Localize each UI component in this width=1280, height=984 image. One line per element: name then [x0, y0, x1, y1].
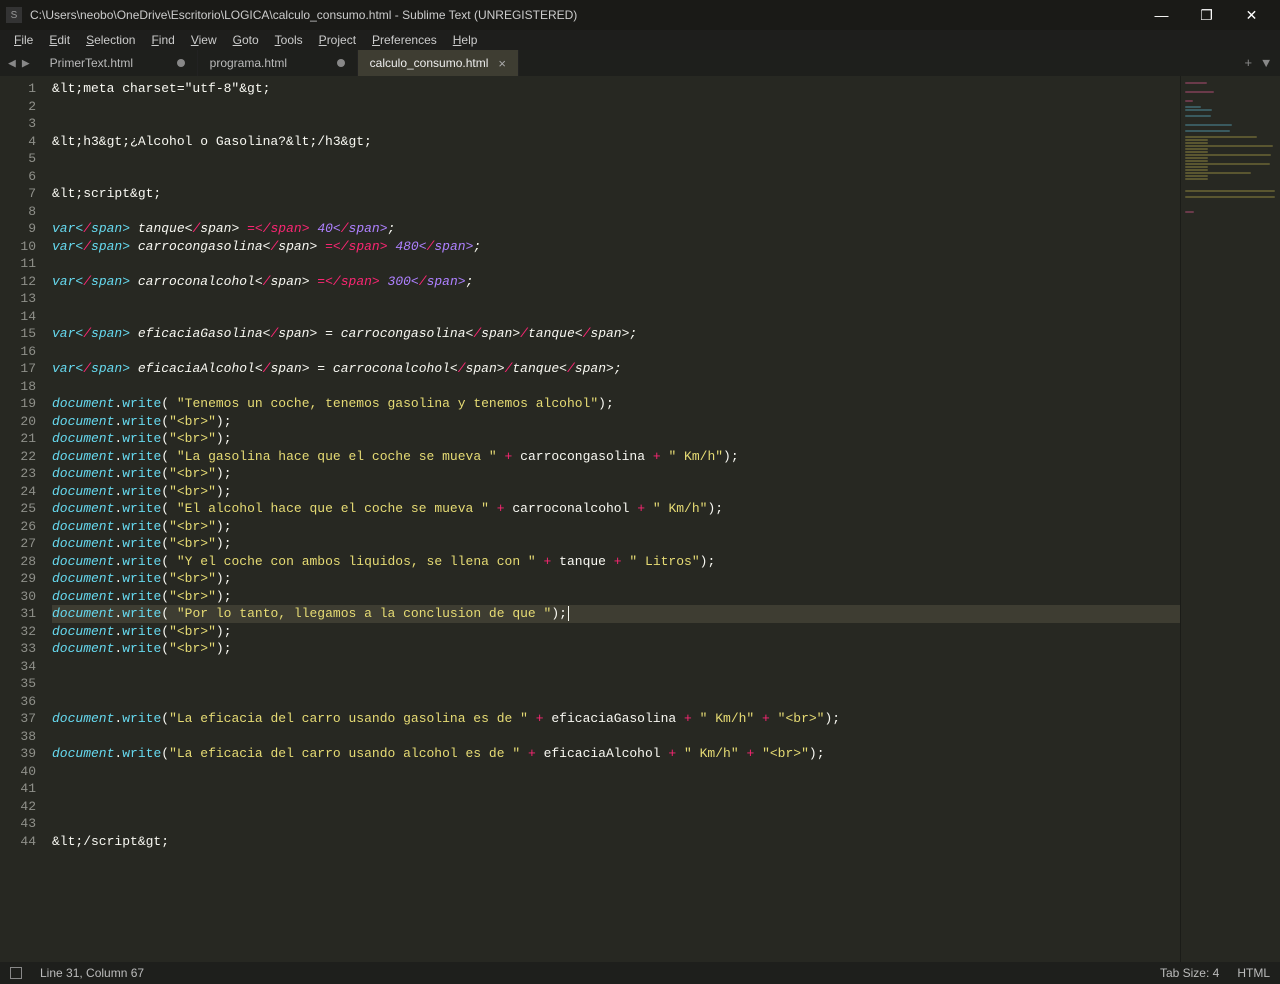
window-title: C:\Users\neobo\OneDrive\Escritorio\LOGIC…	[30, 8, 1139, 22]
nav-forward-icon[interactable]: ▶	[22, 56, 30, 71]
title-bar: S C:\Users\neobo\OneDrive\Escritorio\LOG…	[0, 0, 1280, 30]
menu-item-view[interactable]: View	[183, 31, 225, 49]
status-syntax[interactable]: HTML	[1237, 966, 1270, 980]
maximize-button[interactable]: ❐	[1184, 0, 1229, 30]
tab-actions: + ▼	[1234, 50, 1280, 76]
minimap[interactable]	[1180, 76, 1280, 962]
menu-item-help[interactable]: Help	[445, 31, 486, 49]
tab-programa-html[interactable]: programa.html	[198, 50, 358, 76]
menu-item-selection[interactable]: Selection	[78, 31, 143, 49]
tab-menu-icon[interactable]: ▼	[1262, 56, 1270, 71]
app-icon: S	[6, 7, 22, 23]
line-gutter: 1234567891011121314151617181920212223242…	[0, 76, 44, 962]
tab-label: programa.html	[210, 56, 287, 70]
window-controls: — ❐ ✕	[1139, 0, 1274, 30]
tab-bar: ◀ ▶ PrimerText.html programa.html calculo_…	[0, 50, 1280, 76]
menu-bar: FileEditSelectionFindViewGotoToolsProjec…	[0, 30, 1280, 50]
menu-item-edit[interactable]: Edit	[41, 31, 78, 49]
dirty-indicator-icon	[177, 59, 185, 67]
nav-back-icon[interactable]: ◀	[8, 56, 16, 71]
menu-item-goto[interactable]: Goto	[225, 31, 267, 49]
status-bar: Line 31, Column 67 Tab Size: 4 HTML	[0, 962, 1280, 984]
dirty-indicator-icon	[337, 59, 345, 67]
tab-label: PrimerText.html	[50, 56, 133, 70]
code-editor[interactable]: &lt;meta charset="utf-8"&gt; &lt;h3&gt;¿…	[44, 76, 1180, 962]
status-tab-size[interactable]: Tab Size: 4	[1160, 966, 1219, 980]
tab-nav-arrows: ◀ ▶	[0, 50, 38, 76]
close-button[interactable]: ✕	[1229, 0, 1274, 30]
tab-calculo_consumo-html[interactable]: calculo_consumo.html ×	[358, 50, 519, 76]
menu-item-file[interactable]: File	[6, 31, 41, 49]
menu-item-project[interactable]: Project	[311, 31, 364, 49]
menu-item-preferences[interactable]: Preferences	[364, 31, 445, 49]
minimize-button[interactable]: —	[1139, 0, 1184, 30]
status-panel-icon[interactable]	[10, 967, 22, 979]
status-cursor-position: Line 31, Column 67	[40, 966, 144, 980]
tab-PrimerText-html[interactable]: PrimerText.html	[38, 50, 198, 76]
menu-item-find[interactable]: Find	[143, 31, 182, 49]
tab-label: calculo_consumo.html	[370, 56, 489, 70]
new-tab-icon[interactable]: +	[1244, 56, 1252, 71]
menu-item-tools[interactable]: Tools	[267, 31, 311, 49]
editor-area: 1234567891011121314151617181920212223242…	[0, 76, 1280, 962]
close-tab-icon[interactable]: ×	[498, 56, 506, 71]
